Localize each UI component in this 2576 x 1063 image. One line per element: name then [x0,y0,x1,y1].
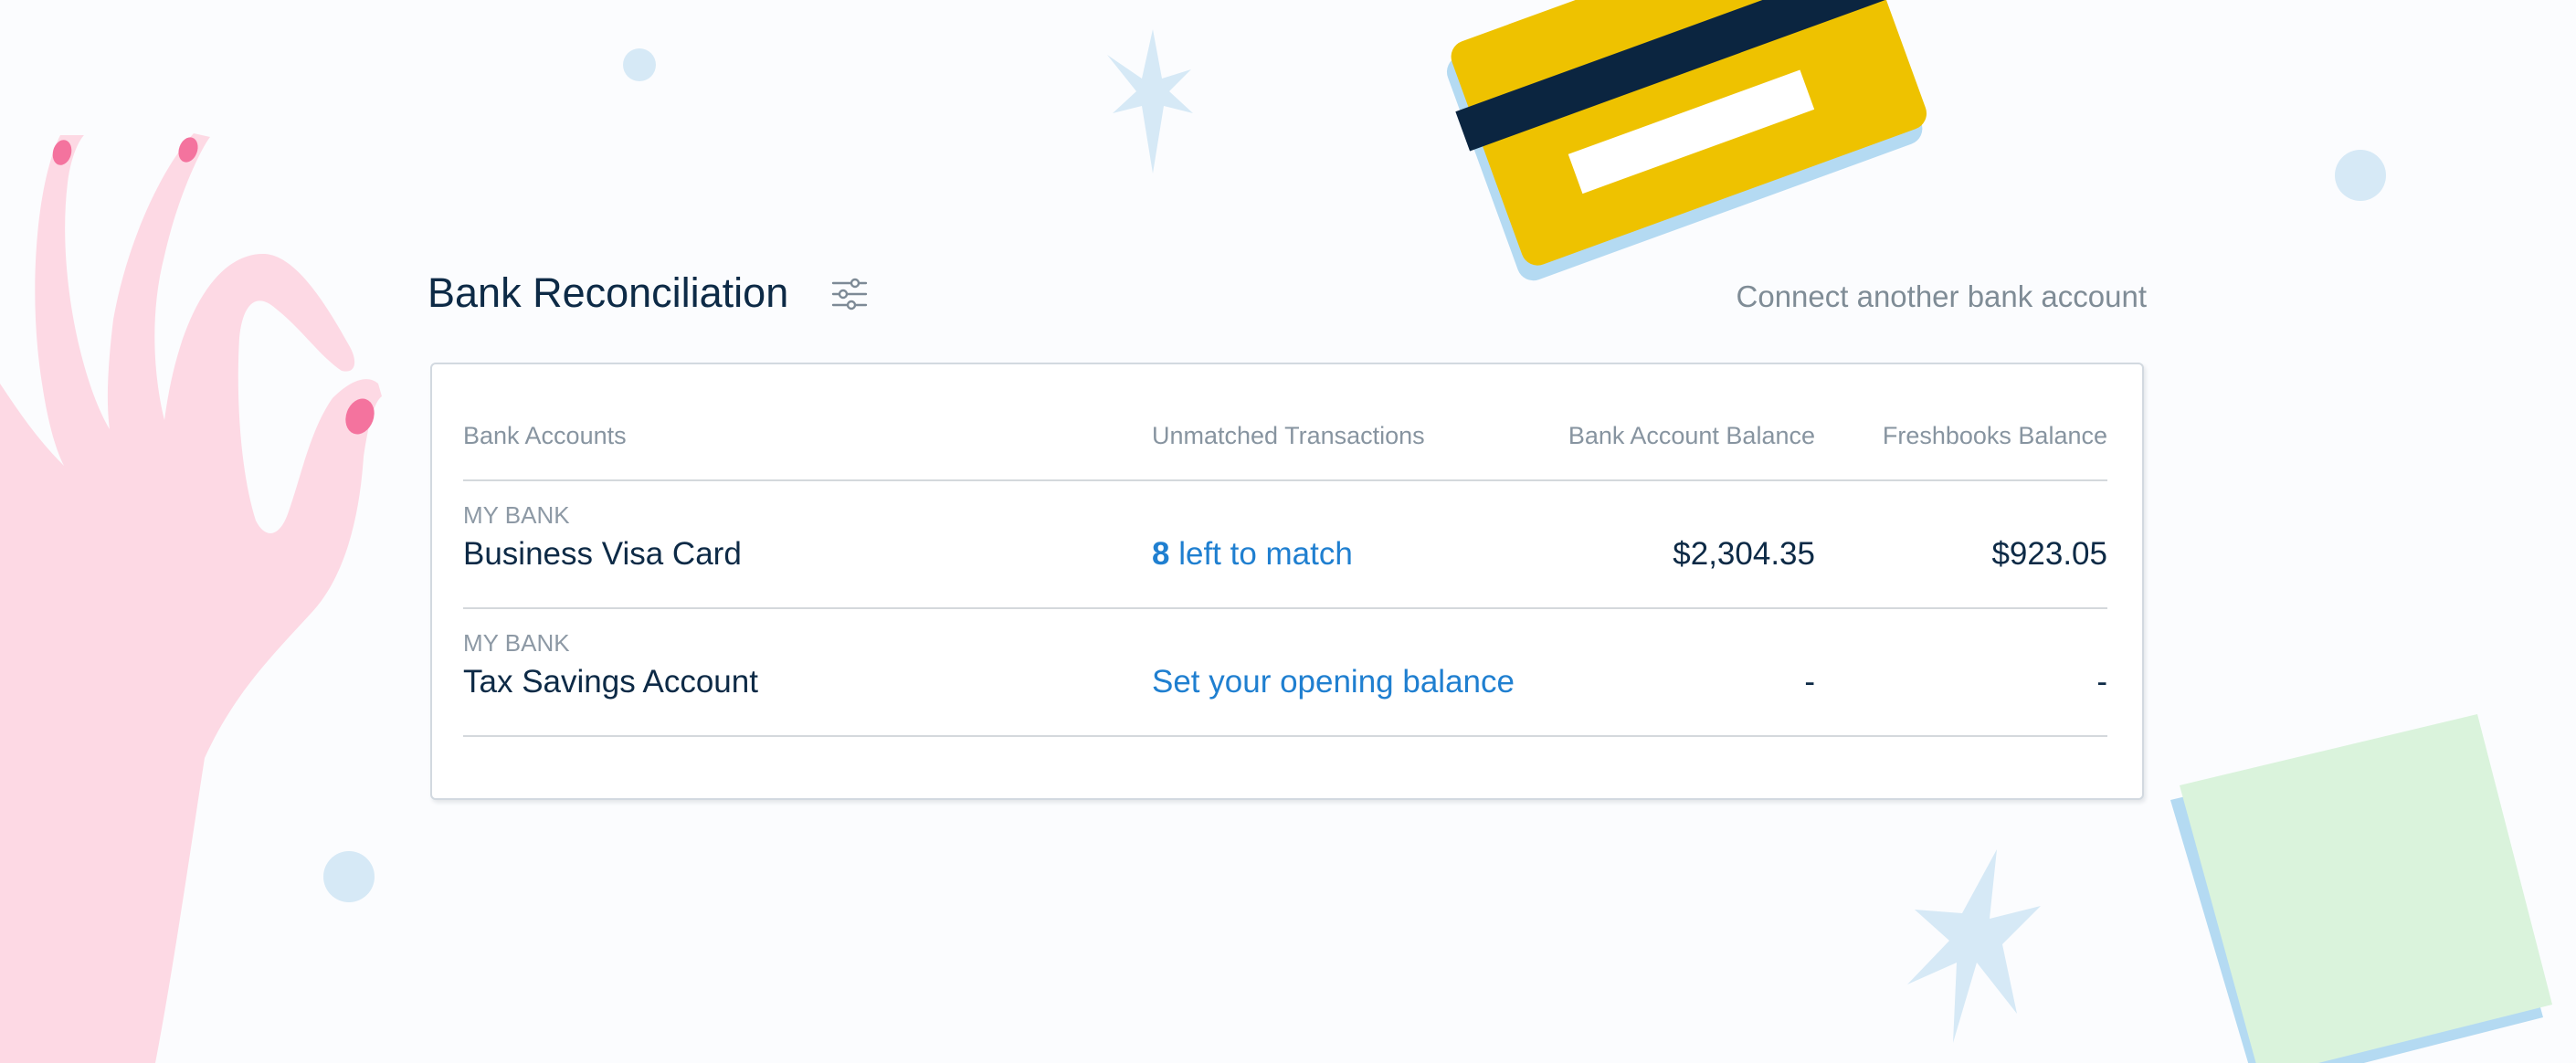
unmatched-count: 8 [1152,536,1170,572]
fingernail [178,137,198,163]
sliders-icon [831,276,868,317]
freshbooks-balance: - [2096,664,2107,700]
table-header-row: Bank Accounts Unmatched Transactions Ban… [463,419,2107,481]
sparkle-icon [1907,849,2041,1043]
credit-card-illustration [1446,0,1927,281]
page-title: Bank Reconciliation [428,269,789,316]
account-cell: MY BANK Tax Savings Account [463,609,1152,698]
column-header-bank-accounts: Bank Accounts [463,422,627,449]
hand-illustration [0,133,382,1063]
bank-accounts-table: Bank Accounts Unmatched Transactions Ban… [463,419,2107,737]
set-opening-balance-link[interactable]: Set your opening balance [1152,666,1517,698]
page-header: Bank Reconciliation Connect another bank… [428,259,2147,327]
left-to-match-link[interactable]: 8 left to match [1152,538,1517,570]
sparkle-icon [1107,29,1193,174]
account-name[interactable]: Tax Savings Account [463,666,1152,698]
unmatched-text: left to match [1178,536,1353,572]
freshbooks-balance: $923.05 [1991,536,2107,572]
account-cell: MY BANK Business Visa Card [463,481,1152,570]
bank-name: MY BANK [463,629,570,657]
fingernail [52,140,72,165]
bank-name: MY BANK [463,501,570,529]
column-header-unmatched-transactions: Unmatched Transactions [1152,422,1425,449]
account-name[interactable]: Business Visa Card [463,538,1152,570]
column-header-bank-account-balance: Bank Account Balance [1568,422,1815,449]
fingernail [345,398,375,435]
decor-dot [323,851,375,902]
bank-accounts-card: Bank Accounts Unmatched Transactions Ban… [430,363,2144,800]
decor-dot [2335,150,2386,201]
bank-account-balance: $2,304.35 [1673,536,1815,572]
connect-bank-account-link[interactable]: Connect another bank account [1737,279,2147,314]
column-header-freshbooks-balance: Freshbooks Balance [1882,422,2107,449]
settings-button[interactable] [822,268,877,323]
table-row[interactable]: MY BANK Business Visa Card 8 left to mat… [463,481,2107,609]
table-row[interactable]: MY BANK Tax Savings Account Set your ope… [463,609,2107,737]
paper-illustration [2170,714,2552,1063]
bank-account-balance: - [1804,664,1815,700]
decor-dot [623,48,656,81]
